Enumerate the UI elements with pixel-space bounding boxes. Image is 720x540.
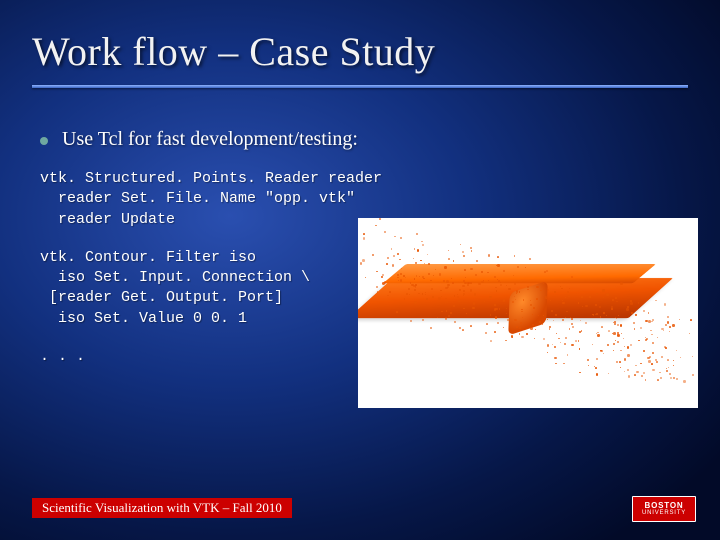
logo-line-2: UNIVERSITY (642, 510, 686, 516)
bullet-item: Use Tcl for fast development/testing: (40, 128, 400, 151)
logo-line-1: BOSTON (645, 502, 684, 510)
isosurface-top (383, 264, 656, 283)
code-block-1: vtk. Structured. Points. Reader reader r… (40, 169, 400, 230)
visualization-image (358, 218, 698, 408)
viz-render (358, 218, 698, 408)
slide-title: Work flow – Case Study (32, 28, 688, 75)
bullet-text: Use Tcl for fast development/testing: (62, 128, 358, 151)
bullet-icon (40, 137, 48, 145)
code-block-2: vtk. Contour. Filter iso iso Set. Input.… (40, 248, 400, 329)
title-underline (32, 85, 688, 88)
footer-bar: Scientific Visualization with VTK – Fall… (32, 498, 292, 518)
title-block: Work flow – Case Study (32, 28, 688, 88)
footer-text: Scientific Visualization with VTK – Fall… (42, 500, 282, 516)
boston-university-logo: BOSTON UNIVERSITY (632, 496, 696, 522)
code-block-3: . . . (40, 347, 400, 367)
content-area: Use Tcl for fast development/testing: vt… (40, 128, 400, 385)
